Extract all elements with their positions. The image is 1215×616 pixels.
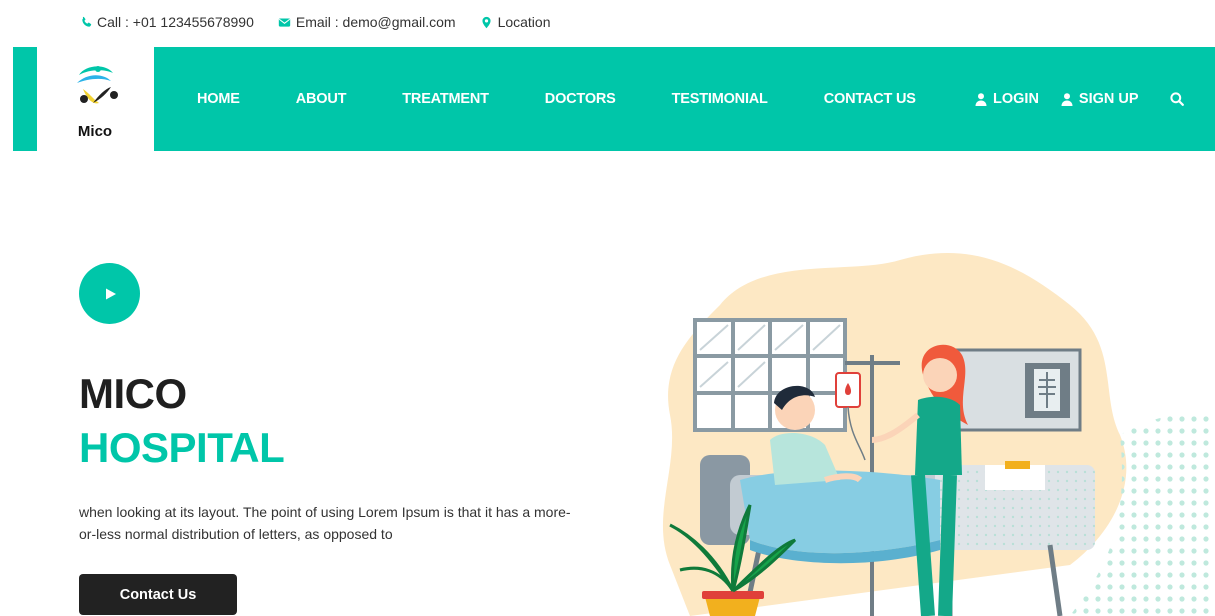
contact-bar: Call : +01 123455678990 Email : demo@gma… — [79, 12, 575, 32]
play-icon — [106, 288, 116, 299]
logo-icon — [77, 66, 118, 104]
nav-item-contact-us[interactable]: CONTACT US — [824, 91, 916, 107]
user-icon — [1061, 92, 1073, 106]
hero-title-line1: MICO — [79, 370, 187, 417]
window — [693, 318, 847, 432]
play-video-button[interactable] — [79, 263, 140, 324]
main-navbar: Mico HOME ABOUT TREATMENT DOCTORS TESTIM… — [13, 47, 1215, 151]
nav-item-home[interactable]: HOME — [197, 91, 240, 107]
blanket — [740, 470, 940, 554]
brand-logo[interactable]: Mico — [49, 47, 154, 151]
brand-name: Mico — [77, 123, 113, 140]
location-info[interactable]: Location — [480, 14, 551, 30]
nav-item-testimonial[interactable]: TESTIMONIAL — [672, 91, 768, 107]
hero-title-line2: HOSPITAL — [79, 424, 285, 471]
signup-link[interactable]: SIGN UP — [1061, 91, 1139, 107]
hero-description: when looking at its layout. The point of… — [79, 504, 571, 542]
login-link[interactable]: LOGIN — [975, 91, 1039, 107]
contact-us-button[interactable]: Contact Us — [79, 574, 237, 615]
navbar-left-gap — [37, 47, 49, 151]
nav-item-treatment[interactable]: TREATMENT — [402, 91, 489, 107]
nav-menu: HOME ABOUT TREATMENT DOCTORS TESTIMONIAL… — [197, 47, 972, 151]
call-text: Call : +01 123455678990 — [97, 14, 254, 30]
login-label: LOGIN — [993, 91, 1039, 107]
hospital-illustration — [663, 253, 1215, 616]
map-marker-icon — [480, 15, 494, 29]
email-text: Email : demo@gmail.com — [295, 14, 456, 30]
auth-links: LOGIN SIGN UP — [975, 47, 1161, 151]
phone-icon — [79, 15, 93, 29]
user-icon — [975, 92, 987, 106]
nav-item-about[interactable]: ABOUT — [296, 91, 347, 107]
xray-panel — [948, 348, 1082, 432]
search-icon[interactable] — [1170, 92, 1184, 106]
signup-label: SIGN UP — [1078, 91, 1139, 107]
nav-item-doctors[interactable]: DOCTORS — [545, 91, 616, 107]
call-info[interactable]: Call : +01 123455678990 — [79, 14, 254, 30]
envelope-icon — [278, 15, 292, 29]
location-text: Location — [497, 14, 551, 30]
email-info[interactable]: Email : demo@gmail.com — [278, 14, 456, 30]
